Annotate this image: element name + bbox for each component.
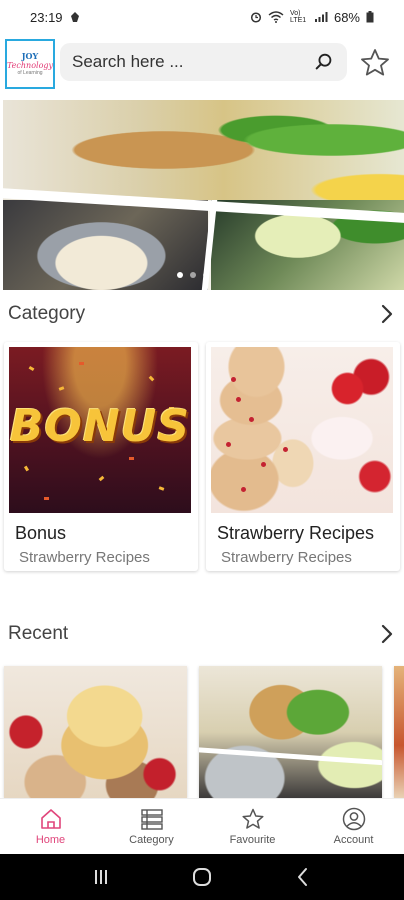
bonus-image: BONUS [9, 347, 191, 513]
nav-category[interactable]: Category [101, 799, 202, 854]
recent-item-card[interactable] [394, 666, 404, 798]
recent-item-image [4, 666, 187, 798]
star-icon [241, 808, 264, 829]
bottom-navigation: Home Category Favourite Account [0, 798, 404, 854]
carousel-dot[interactable] [190, 272, 196, 278]
recent-item-card[interactable] [4, 666, 187, 798]
banner-carousel[interactable] [3, 100, 404, 290]
search-icon[interactable] [313, 51, 335, 73]
strawberry-recipes-image [211, 347, 393, 513]
search-input[interactable] [72, 52, 313, 72]
account-icon [342, 807, 365, 831]
nav-home-label: Home [35, 834, 66, 846]
carousel-indicator [177, 272, 209, 278]
category-card-strawberry[interactable]: Strawberry Recipes Strawberry Recipes [206, 342, 400, 571]
recent-item-image [394, 666, 404, 798]
category-card-title: Strawberry Recipes [217, 523, 375, 543]
bonus-image-text: BONUS [9, 401, 191, 452]
nav-favourite-label: Favourite [229, 834, 276, 846]
recent-item-image [199, 666, 382, 798]
wifi-icon [268, 11, 284, 23]
category-card-title: Bonus [15, 523, 67, 543]
logo-line-2: Technology [6, 61, 54, 70]
category-card-bonus[interactable]: BONUS Bonus Strawberry Recipes [4, 342, 198, 571]
chevron-right-icon[interactable] [378, 623, 396, 645]
favourite-star-icon[interactable] [359, 47, 391, 79]
category-title: Category [8, 303, 86, 324]
recent-section-header: Recent [8, 619, 396, 649]
status-bar: 23:19 Vo) LTE1 68% [0, 0, 404, 34]
list-icon [140, 809, 163, 830]
system-navigation-bar [0, 854, 404, 900]
nav-favourite[interactable]: Favourite [202, 799, 303, 854]
alarm-icon [250, 12, 262, 23]
status-time: 23:19 [30, 9, 63, 25]
network-label: Vo) LTE1 [289, 10, 307, 24]
recent-apps-icon[interactable] [90, 866, 112, 888]
search-bar[interactable] [60, 43, 347, 81]
chevron-right-icon[interactable] [378, 303, 396, 325]
top-bar: JOY Technology of Learning [0, 34, 404, 92]
battery-icon [366, 11, 374, 23]
home-icon [40, 809, 61, 829]
home-button-icon[interactable] [191, 866, 213, 888]
nav-account-label: Account [333, 834, 374, 846]
nav-category-label: Category [129, 834, 174, 846]
app-logo[interactable]: JOY Technology of Learning [5, 39, 55, 89]
signal-icon [314, 12, 328, 22]
logo-line-3: of Learning [17, 70, 43, 76]
nav-account[interactable]: Account [303, 799, 404, 854]
category-section-header: Category [8, 299, 396, 329]
category-card-subtitle: Strawberry Recipes [221, 549, 352, 566]
notification-icon [70, 12, 79, 22]
carousel-dot[interactable] [203, 272, 209, 278]
recent-title: Recent [8, 623, 69, 644]
logo-line-1: JOY [21, 51, 39, 61]
recent-item-card[interactable] [199, 666, 382, 798]
back-icon[interactable] [292, 866, 314, 888]
carousel-dot[interactable] [177, 272, 183, 278]
category-card-subtitle: Strawberry Recipes [19, 549, 150, 566]
battery-percent: 68% [333, 9, 360, 25]
banner-image-tea [3, 100, 404, 200]
nav-home[interactable]: Home [0, 799, 101, 854]
